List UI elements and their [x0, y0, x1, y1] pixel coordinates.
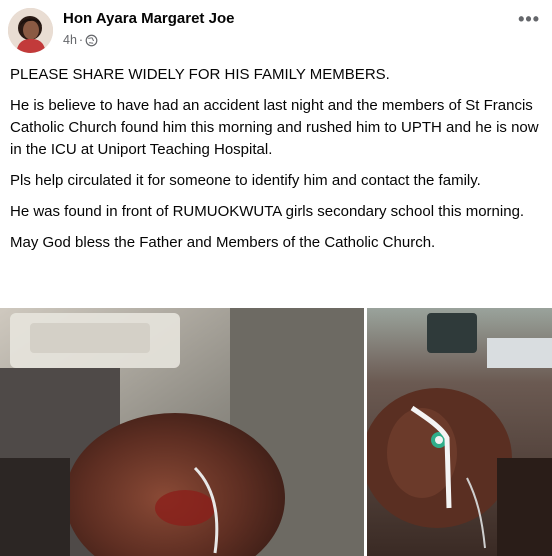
post-paragraph: PLEASE SHARE WIDELY FOR HIS FAMILY MEMBE… — [10, 66, 390, 83]
post-paragraph: Pls help circulated it for someone to id… — [10, 172, 481, 189]
author-name[interactable]: Hon Ayara Margaret Joe — [63, 10, 234, 27]
post-time[interactable]: 4h — [63, 33, 77, 47]
post-header: Hon Ayara Margaret Joe 4h · ••• — [8, 6, 544, 56]
post-photo[interactable] — [367, 308, 552, 556]
photo-image — [0, 308, 364, 556]
post-paragraph: May God bless the Father and Members of … — [10, 234, 436, 251]
meta-separator: · — [78, 33, 84, 47]
globe-icon — [85, 34, 98, 47]
post-text: PLEASE SHARE WIDELY FOR HIS FAMILY MEMBE… — [10, 64, 542, 263]
avatar-image — [8, 8, 53, 53]
facebook-post: Hon Ayara Margaret Joe 4h · ••• PLEASE S… — [0, 0, 552, 556]
author-avatar[interactable] — [8, 8, 53, 53]
post-photo[interactable] — [0, 308, 364, 556]
post-meta: 4h · — [63, 33, 98, 47]
post-paragraph: He was found in front of RUMUOKWUTA girl… — [10, 203, 525, 220]
photo-image — [367, 308, 552, 556]
post-paragraph: He is believe to have had an accident la… — [10, 97, 539, 158]
more-options-icon[interactable]: ••• — [518, 10, 540, 28]
post-photos — [0, 308, 552, 556]
